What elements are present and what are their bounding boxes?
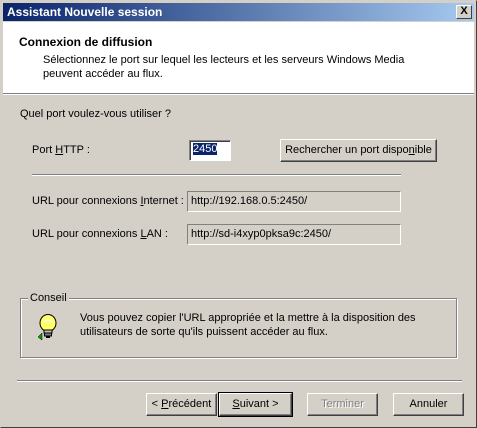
next-button[interactable]: Suivant > — [218, 392, 293, 417]
back-button[interactable]: < Précédent — [146, 393, 217, 416]
lightbulb-icon — [36, 313, 60, 341]
http-port-value: 2450 — [193, 143, 218, 155]
footer-divider — [17, 380, 462, 382]
internet-url-field[interactable]: http://192.168.0.5:2450/ — [187, 191, 401, 212]
close-button[interactable]: X — [456, 5, 472, 19]
cancel-button[interactable]: Annuler — [393, 393, 464, 416]
header-divider — [3, 93, 474, 95]
finish-button[interactable]: Terminer — [307, 393, 378, 416]
lan-url-field[interactable]: http://sd-i4xyp0pksa9c:2450/ — [187, 224, 401, 245]
tip-group-label: Conseil — [28, 292, 69, 304]
header-title: Connexion de diffusion — [19, 35, 153, 49]
lan-url-label: URL pour connexions LAN : — [32, 228, 168, 240]
header-description: Sélectionnez le port sur lequel les lect… — [43, 54, 405, 80]
header-panel: Connexion de diffusion Sélectionnez le p… — [3, 22, 474, 93]
find-port-button[interactable]: Rechercher un port disponible — [280, 139, 437, 162]
http-port-label: Port HTTP : — [32, 144, 90, 156]
title-bar[interactable]: Assistant Nouvelle session X — [3, 3, 474, 21]
tip-text: Vous pouvez copier l'URL appropriée et l… — [80, 312, 416, 338]
port-question: Quel port voulez-vous utiliser ? — [20, 108, 172, 120]
port-divider — [32, 174, 401, 176]
internet-url-label: URL pour connexions Internet : — [32, 195, 184, 207]
wizard-window: Assistant Nouvelle session X Connexion d… — [0, 0, 477, 428]
http-port-input[interactable]: 2450 — [189, 140, 231, 161]
window-title: Assistant Nouvelle session — [7, 5, 163, 19]
